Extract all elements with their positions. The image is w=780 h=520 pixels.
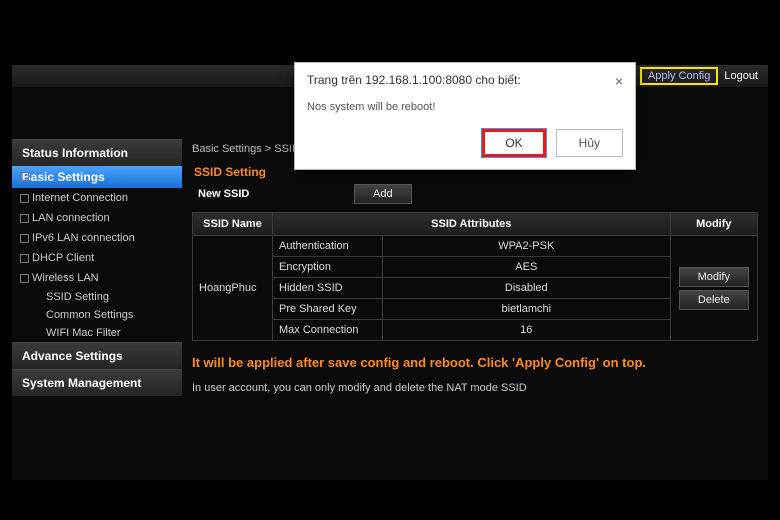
modify-button[interactable]: Modify	[679, 267, 749, 287]
confirm-dialog: Trang trên 192.168.1.100:8080 cho biết: …	[294, 62, 636, 170]
cell-auth-label: Authentication	[273, 236, 383, 257]
sidebar: Status Information Basic Settings Intern…	[12, 135, 182, 480]
dialog-cancel-button[interactable]: Hủy	[556, 129, 623, 157]
cell-psk-label: Pre Shared Key	[273, 299, 383, 320]
warning-text: It will be applied after save config and…	[192, 341, 758, 376]
sidebar-sub-macfilter[interactable]: WIFI Mac Filter	[12, 324, 182, 342]
th-modify: Modify	[670, 213, 757, 236]
dialog-message: Nos system will be reboot!	[295, 91, 635, 119]
sidebar-status-info[interactable]: Status Information	[12, 139, 182, 166]
add-button[interactable]: Add	[354, 184, 412, 204]
new-ssid-label: New SSID	[192, 188, 342, 200]
cell-auth-value: WPA2-PSK	[383, 236, 671, 257]
sidebar-sub-ssid[interactable]: SSID Setting	[12, 288, 182, 306]
cell-ssid-name: HoangPhuc	[193, 236, 273, 341]
sidebar-system[interactable]: System Management	[12, 369, 182, 396]
apply-config-button[interactable]: Apply Config	[640, 67, 718, 85]
cell-max-value: 16	[383, 320, 671, 341]
sidebar-item-internet[interactable]: Internet Connection	[12, 188, 182, 208]
ssid-table: SSID Name SSID Attributes Modify HoangPh…	[192, 212, 758, 341]
th-ssid-attrs: SSID Attributes	[273, 213, 671, 236]
dialog-title: Trang trên 192.168.1.100:8080 cho biết:	[307, 73, 521, 89]
dialog-ok-button[interactable]: OK	[482, 129, 545, 157]
cell-modify: Modify Delete	[670, 236, 757, 341]
sidebar-item-wireless[interactable]: Wireless LAN	[12, 268, 182, 288]
cell-hidden-label: Hidden SSID	[273, 278, 383, 299]
sidebar-item-ipv6[interactable]: IPv6 LAN connection	[12, 228, 182, 248]
logout-link[interactable]: Logout	[724, 70, 758, 82]
sidebar-item-dhcp[interactable]: DHCP Client	[12, 248, 182, 268]
sidebar-sub-common[interactable]: Common Settings	[12, 306, 182, 324]
cell-hidden-value: Disabled	[383, 278, 671, 299]
th-ssid-name: SSID Name	[193, 213, 273, 236]
content-area: Basic Settings > SSID SSID Setting New S…	[182, 135, 768, 480]
cell-psk-value: bietlamchi	[383, 299, 671, 320]
delete-button[interactable]: Delete	[679, 290, 749, 310]
cell-enc-value: AES	[383, 257, 671, 278]
sidebar-advance[interactable]: Advance Settings	[12, 342, 182, 369]
note-text: In user account, you can only modify and…	[192, 376, 758, 400]
sidebar-item-lan[interactable]: LAN connection	[12, 208, 182, 228]
close-icon[interactable]: ×	[615, 73, 623, 89]
cell-max-label: Max Connection	[273, 320, 383, 341]
cell-enc-label: Encryption	[273, 257, 383, 278]
sidebar-basic-settings[interactable]: Basic Settings	[12, 166, 182, 188]
